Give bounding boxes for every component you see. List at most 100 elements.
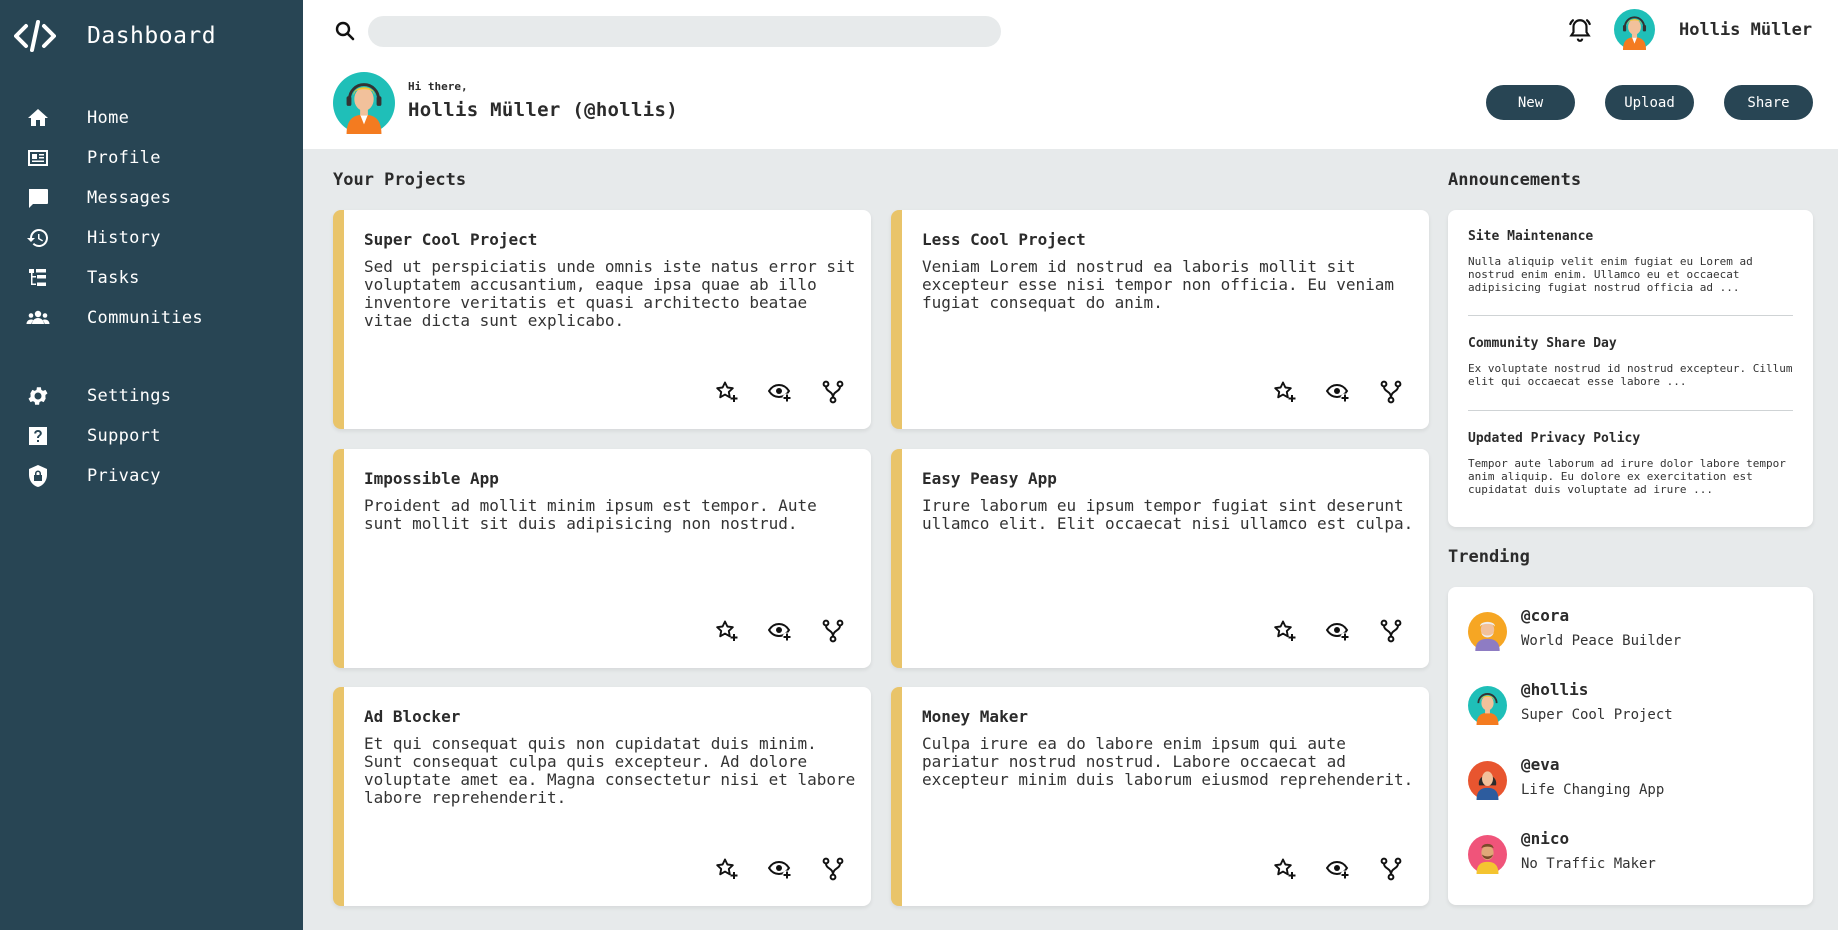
announcement-title: Updated Privacy Policy	[1468, 431, 1641, 446]
project-description: Veniam Lorem id nostrud ea laboris molli…	[922, 257, 1395, 312]
nav-item-home[interactable]: Home	[0, 101, 303, 135]
trending-desc: Super Cool Project	[1521, 707, 1673, 723]
trending-desc: World Peace Builder	[1521, 633, 1682, 649]
nav-item-communities[interactable]: Communities	[0, 301, 303, 335]
greeting: Hi there,	[408, 80, 468, 93]
trending-title: Trending	[1448, 547, 1530, 567]
trending-item[interactable]: @nico No Traffic Maker	[1468, 829, 1788, 879]
announcement-body: Nulla aliquip velit enim fugiat eu Lorem…	[1468, 255, 1753, 294]
trending-handle: @hollis	[1521, 680, 1589, 699]
announcement-item[interactable]: Community Share Day Ex voluptate nostrud…	[1468, 336, 1793, 388]
announcement-body: Tempor aute laborum ad irure dolor labor…	[1468, 457, 1786, 496]
divider	[1468, 315, 1793, 316]
fork-icon[interactable]	[820, 379, 846, 405]
sidebar: Dashboard Home Profile Messages History …	[0, 0, 303, 930]
fork-icon[interactable]	[1378, 618, 1404, 644]
project-actions	[714, 379, 846, 405]
fork-icon[interactable]	[1378, 856, 1404, 882]
new-button[interactable]: New	[1486, 85, 1575, 120]
help-icon	[25, 423, 51, 449]
nav-item-label: Privacy	[87, 466, 161, 486]
watch-icon[interactable]	[767, 856, 793, 882]
project-actions	[1272, 618, 1404, 644]
header-user-name[interactable]: Hollis Müller	[1679, 20, 1812, 40]
watch-icon[interactable]	[1325, 618, 1351, 644]
trending-item[interactable]: @cora World Peace Builder	[1468, 606, 1788, 656]
message-icon	[25, 185, 51, 211]
star-add-icon[interactable]	[1272, 856, 1298, 882]
announcement-item[interactable]: Site Maintenance Nulla aliquip velit eni…	[1468, 229, 1793, 294]
nav-item-label: Tasks	[87, 268, 140, 288]
announcement-body: Ex voluptate nostrud id nostrud excepteu…	[1468, 362, 1793, 388]
watch-icon[interactable]	[1325, 856, 1351, 882]
star-add-icon[interactable]	[714, 618, 740, 644]
watch-icon[interactable]	[767, 618, 793, 644]
gear-icon	[25, 383, 51, 409]
divider	[1468, 410, 1793, 411]
project-card[interactable]: Super Cool Project Sed ut perspiciatis un…	[333, 210, 871, 429]
history-icon	[25, 225, 51, 251]
nav-item-settings[interactable]: Settings	[0, 379, 303, 413]
nav-item-messages[interactable]: Messages	[0, 181, 303, 215]
tasks-icon	[25, 265, 51, 291]
watch-icon[interactable]	[1325, 379, 1351, 405]
shield-lock-icon	[25, 463, 51, 489]
fork-icon[interactable]	[820, 856, 846, 882]
announcements-title: Announcements	[1448, 170, 1582, 190]
project-card[interactable]: Ad Blocker Et qui consequat quis non cupi…	[333, 687, 871, 906]
project-title: Ad Blocker	[364, 707, 461, 726]
header: Hollis Müller Hi there, Hollis Müller (@…	[303, 0, 1838, 149]
project-description: Proident ad mollit minim ipsum est tempo…	[364, 496, 817, 533]
nav-item-history[interactable]: History	[0, 221, 303, 255]
announcement-title: Site Maintenance	[1468, 229, 1594, 244]
star-add-icon[interactable]	[714, 379, 740, 405]
trending-desc: Life Changing App	[1521, 782, 1665, 798]
nav-item-label: History	[87, 228, 161, 248]
announcement-item[interactable]: Updated Privacy Policy Tempor aute labor…	[1468, 431, 1793, 496]
project-card[interactable]: Money Maker Culpa irure ea do labore enim…	[891, 687, 1429, 906]
trending-panel: @cora World Peace Builder @hollis Super …	[1448, 587, 1813, 905]
nav-item-label: Messages	[87, 188, 172, 208]
star-add-icon[interactable]	[714, 856, 740, 882]
project-description: Culpa irure ea do labore enim ipsum qui …	[922, 734, 1414, 789]
star-add-icon[interactable]	[1272, 379, 1298, 405]
trending-handle: @nico	[1521, 829, 1570, 848]
fork-icon[interactable]	[820, 618, 846, 644]
nav-item-tasks[interactable]: Tasks	[0, 261, 303, 295]
upload-button[interactable]: Upload	[1605, 85, 1694, 120]
bell-icon[interactable]	[1564, 14, 1596, 46]
project-title: Super Cool Project	[364, 230, 538, 249]
announcement-title: Community Share Day	[1468, 336, 1617, 351]
project-card[interactable]: Impossible App Proident ad mollit minim i…	[333, 449, 871, 668]
share-button[interactable]: Share	[1724, 85, 1813, 120]
trending-handle: @cora	[1521, 606, 1570, 625]
app-title: Dashboard	[87, 23, 217, 49]
project-description: Sed ut perspiciatis unde omnis iste natu…	[364, 257, 856, 330]
fork-icon[interactable]	[1378, 379, 1404, 405]
project-title: Easy Peasy App	[922, 469, 1057, 488]
nav-item-profile[interactable]: Profile	[0, 141, 303, 175]
avatar[interactable]	[1614, 9, 1655, 50]
project-actions	[1272, 379, 1404, 405]
nav-item-label: Profile	[87, 148, 161, 168]
home-icon	[25, 105, 51, 131]
nav-item-label: Home	[87, 108, 130, 128]
projects-title: Your Projects	[333, 170, 467, 190]
star-add-icon[interactable]	[1272, 618, 1298, 644]
project-card[interactable]: Less Cool Project Veniam Lorem id nostrud…	[891, 210, 1429, 429]
announcements-panel: Site Maintenance Nulla aliquip velit eni…	[1448, 210, 1813, 527]
project-title: Impossible App	[364, 469, 499, 488]
trending-item[interactable]: @hollis Super Cool Project	[1468, 680, 1788, 730]
nav-item-support[interactable]: Support	[0, 419, 303, 453]
nav-item-label: Communities	[87, 308, 203, 328]
watch-icon[interactable]	[767, 379, 793, 405]
nav-item-privacy[interactable]: Privacy	[0, 459, 303, 493]
avatar	[1468, 761, 1507, 800]
project-card[interactable]: Easy Peasy App Irure laborum eu ipsum tem…	[891, 449, 1429, 668]
trending-item[interactable]: @eva Life Changing App	[1468, 755, 1788, 805]
avatar	[1468, 835, 1507, 874]
project-actions	[1272, 856, 1404, 882]
search-input[interactable]	[368, 16, 1001, 47]
avatar	[1468, 612, 1507, 651]
communities-icon	[25, 305, 51, 331]
